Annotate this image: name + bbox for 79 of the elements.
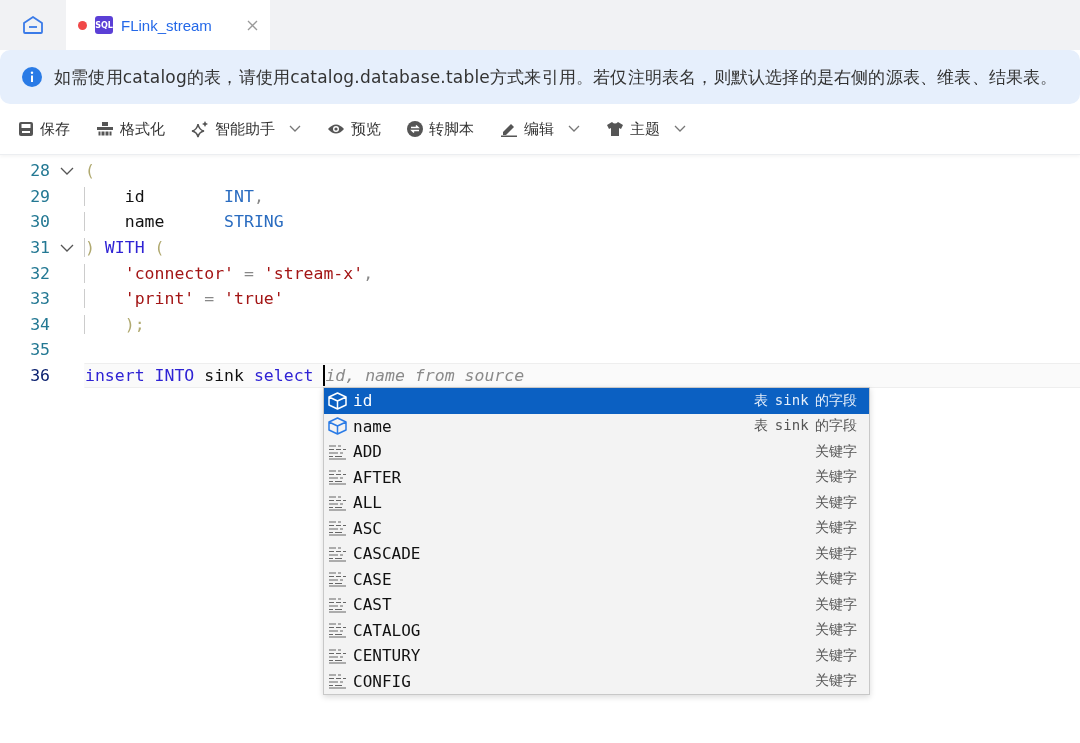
code-token: 'true' xyxy=(224,289,284,309)
text-cursor xyxy=(323,365,326,387)
code-token: = xyxy=(203,289,216,309)
info-icon xyxy=(22,67,42,87)
code-token: , xyxy=(363,263,374,283)
text-lines-icon xyxy=(328,494,347,511)
suggestion-item[interactable]: CATALOG 关键字 xyxy=(324,617,869,643)
suggestion-item[interactable]: ALL 关键字 xyxy=(324,490,869,516)
line-number: 33 xyxy=(29,289,50,309)
toolbar-button[interactable]: 智能助手 xyxy=(181,115,311,143)
text-lines-icon xyxy=(328,647,347,664)
toolbar-button[interactable]: 格式化 xyxy=(86,115,175,143)
line-number: 30 xyxy=(29,212,50,232)
notice-text: 如需使用catalog的表，请使用catalog.database.table方式来引用。若仅注明表名，则默认选择的是右侧的源表、维表、结果表。 xyxy=(54,65,1058,89)
code-token: ( xyxy=(85,161,95,181)
toolbar-button[interactable]: 编辑 xyxy=(490,115,590,143)
format-icon xyxy=(96,121,114,137)
suggestion-item[interactable]: ADD 关键字 xyxy=(324,439,869,465)
save-icon xyxy=(18,121,34,137)
tab-title: FLink_stream xyxy=(121,16,213,34)
line-number: 35 xyxy=(29,340,50,360)
suggestion-item[interactable]: CASE 关键字 xyxy=(324,566,869,592)
code-token: INT xyxy=(224,186,254,206)
fold-chevron-icon[interactable] xyxy=(60,166,74,175)
sparkle-icon xyxy=(191,120,209,138)
swap-icon xyxy=(407,121,423,137)
code-token: STRING xyxy=(224,212,284,232)
code-token: INTO xyxy=(154,366,196,386)
code-token: ) xyxy=(85,238,95,258)
text-lines-icon xyxy=(328,520,347,537)
toolbar-button[interactable]: 预览 xyxy=(317,115,391,143)
code-token: , xyxy=(253,186,264,206)
code-token: insert xyxy=(85,366,146,386)
code-token: id xyxy=(123,186,146,206)
editor-tab[interactable]: SQL FLink_stream xyxy=(66,0,270,50)
suggestion-item[interactable]: CENTURY 关键字 xyxy=(324,643,869,669)
text-lines-icon xyxy=(328,443,347,460)
suggestion-item[interactable]: AFTER 关键字 xyxy=(324,464,869,490)
code-token: 'connector' xyxy=(123,263,234,283)
line-number: 34 xyxy=(29,314,50,334)
text-lines-icon xyxy=(328,571,347,588)
code-token: WITH xyxy=(103,238,146,258)
code-token: name xyxy=(123,212,166,232)
inline-suggestion: id, name from source xyxy=(325,366,525,386)
fold-chevron-icon[interactable] xyxy=(60,243,74,252)
text-lines-icon xyxy=(328,469,347,486)
suggestion-item[interactable]: ASC 关键字 xyxy=(324,515,869,541)
code-token: select xyxy=(253,366,315,386)
line-number: 28 xyxy=(29,161,50,181)
toolbar-button[interactable]: 保存 xyxy=(8,115,80,143)
code-token: ( xyxy=(154,238,165,258)
shirt-icon xyxy=(606,121,624,137)
text-lines-icon xyxy=(328,622,347,639)
suggestion-item[interactable]: CASCADE 关键字 xyxy=(324,541,869,567)
suggestion-item[interactable]: CONFIG 关键字 xyxy=(324,668,869,694)
suggestion-item[interactable]: id 表 sink 的字段 xyxy=(324,388,869,414)
line-number: 36 xyxy=(29,366,50,386)
line-number: 29 xyxy=(29,186,50,206)
text-lines-icon xyxy=(328,545,347,562)
line-number: 32 xyxy=(29,263,50,283)
code-token: sink xyxy=(204,366,245,386)
home-icon xyxy=(22,15,44,35)
close-icon[interactable] xyxy=(247,19,258,31)
pen-icon xyxy=(500,121,518,137)
eye-icon xyxy=(327,122,345,136)
toolbar-button[interactable]: 转脚本 xyxy=(397,115,484,143)
cube-icon xyxy=(328,391,347,410)
line-number: 31 xyxy=(29,238,50,258)
cube-icon xyxy=(328,417,347,436)
code-token: = xyxy=(242,263,255,283)
code-token: 'print' xyxy=(123,289,195,309)
text-lines-icon xyxy=(328,596,347,613)
text-lines-icon xyxy=(328,673,347,690)
sql-file-icon: SQL xyxy=(95,16,113,34)
suggestion-item[interactable]: CAST 关键字 xyxy=(324,592,869,618)
toolbar-button[interactable]: 主题 xyxy=(596,115,696,143)
code-token: 'stream-x' xyxy=(263,263,364,283)
suggestion-item[interactable]: name 表 sink 的字段 xyxy=(324,413,869,439)
code-token: ); xyxy=(123,314,145,334)
